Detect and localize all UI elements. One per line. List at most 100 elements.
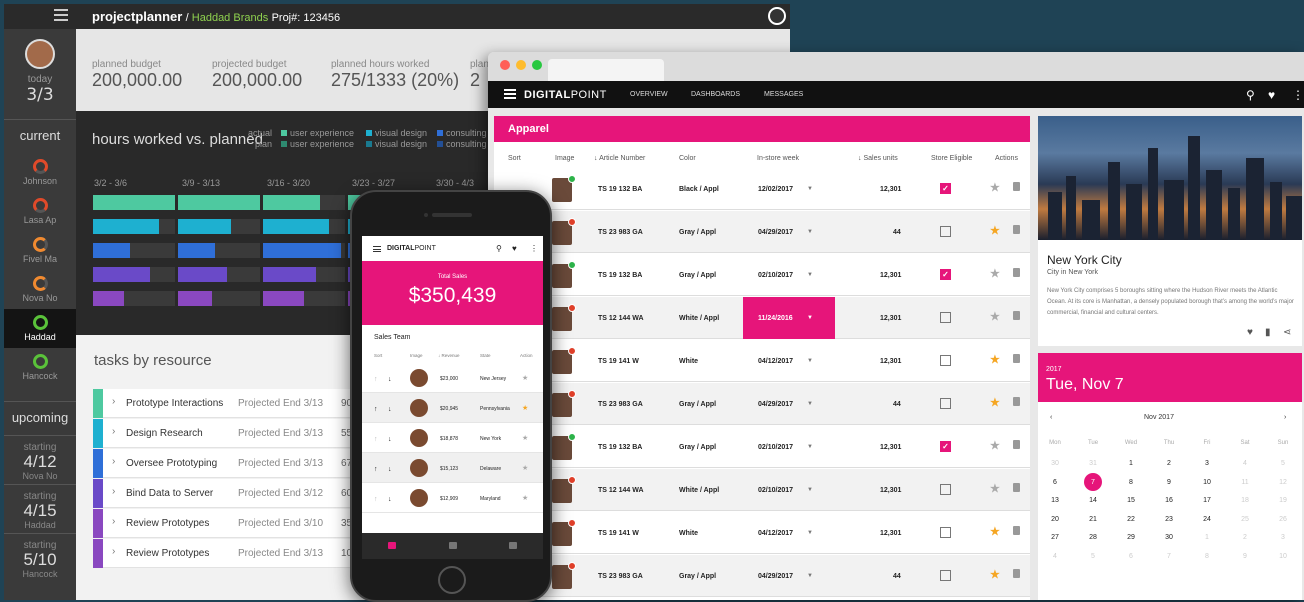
- nav-dashboards[interactable]: DASHBOARDS: [691, 91, 740, 98]
- person-johnson[interactable]: Johnson: [4, 153, 76, 192]
- tab-people-icon[interactable]: [388, 542, 396, 549]
- calendar-year[interactable]: 2017: [1046, 366, 1062, 373]
- person-fivel[interactable]: Fivel Ma: [4, 231, 76, 270]
- calendar-day[interactable]: 19: [1268, 497, 1298, 504]
- brand-logo[interactable]: DIGITALPOINT: [524, 89, 607, 101]
- calendar-day[interactable]: 10: [1192, 479, 1222, 486]
- calendar-day[interactable]: 2: [1154, 460, 1184, 467]
- minimize-dot-icon[interactable]: [516, 60, 526, 70]
- store-eligible-checkbox[interactable]: ✓: [940, 269, 951, 280]
- nav-messages[interactable]: MESSAGES: [764, 91, 803, 98]
- menu-icon[interactable]: [54, 9, 68, 21]
- col-sort[interactable]: Sort: [374, 353, 382, 358]
- col-state[interactable]: State: [480, 353, 491, 358]
- home-button[interactable]: [438, 566, 466, 594]
- star-icon[interactable]: ★: [522, 494, 528, 502]
- star-icon[interactable]: ★: [990, 568, 1000, 581]
- heart-icon[interactable]: ♥: [1247, 327, 1253, 338]
- prev-month-icon[interactable]: ‹: [1050, 414, 1052, 421]
- trash-icon[interactable]: [1013, 268, 1020, 277]
- star-icon[interactable]: ★: [990, 525, 1000, 538]
- calendar-day[interactable]: 22: [1116, 516, 1146, 523]
- star-icon[interactable]: ★: [990, 353, 1000, 366]
- dropdown-arrow-icon[interactable]: ▼: [807, 401, 813, 407]
- dropdown-arrow-icon[interactable]: ▼: [807, 444, 813, 450]
- dropdown-arrow-icon[interactable]: ▼: [807, 358, 813, 364]
- star-icon[interactable]: ★: [522, 404, 528, 412]
- dropdown-arrow-icon[interactable]: ▼: [807, 229, 813, 235]
- calendar-day[interactable]: 1: [1116, 460, 1146, 467]
- table-row[interactable]: TS 12 144 WA White / Appl 11/24/2016 ▼ 12,30…: [494, 297, 1030, 339]
- calendar-day[interactable]: 7: [1078, 479, 1108, 486]
- store-eligible-checkbox[interactable]: [940, 527, 951, 538]
- heart-icon[interactable]: ♥: [1268, 88, 1275, 102]
- dropdown-arrow-icon[interactable]: ▼: [807, 573, 813, 579]
- calendar-day[interactable]: 20: [1040, 516, 1070, 523]
- trash-icon[interactable]: [1013, 526, 1020, 535]
- calendar-day[interactable]: 26: [1268, 516, 1298, 523]
- close-dot-icon[interactable]: [500, 60, 510, 70]
- trash-icon[interactable]: [1013, 182, 1020, 191]
- instore-week[interactable]: 02/10/2017: [758, 444, 793, 451]
- star-icon[interactable]: ★: [990, 439, 1000, 452]
- instore-week[interactable]: 11/24/2016: [758, 315, 793, 322]
- instore-week[interactable]: 04/29/2017: [758, 573, 793, 580]
- search-icon[interactable]: ⚲: [496, 244, 502, 253]
- col-week[interactable]: In-store week: [757, 155, 799, 162]
- col-units[interactable]: ↓ Sales units: [858, 155, 898, 162]
- browser-tab[interactable]: [548, 59, 664, 81]
- menu-icon[interactable]: [504, 89, 516, 99]
- store-eligible-checkbox[interactable]: [940, 355, 951, 366]
- share-icon[interactable]: ⋖: [1283, 327, 1291, 338]
- table-row[interactable]: TS 23 983 GA Gray / Appl 04/29/2017 ▼ 44 ★: [494, 383, 1030, 425]
- col-color[interactable]: Color: [679, 155, 696, 162]
- instore-week[interactable]: 04/12/2017: [758, 358, 793, 365]
- more-vert-icon[interactable]: ⋮: [530, 244, 538, 253]
- table-row[interactable]: TS 23 983 GA Gray / Appl 04/29/2017 ▼ 44 ★: [494, 211, 1030, 253]
- table-row[interactable]: TS 19 141 W White 04/12/2017 ▼ 12,301 ★: [494, 512, 1030, 554]
- arrow-up-icon[interactable]: ↑: [374, 436, 378, 443]
- calendar-day[interactable]: 3: [1268, 534, 1298, 541]
- arrow-down-icon[interactable]: ↓: [388, 436, 392, 443]
- instore-week[interactable]: 04/29/2017: [758, 401, 793, 408]
- store-eligible-checkbox[interactable]: ✓: [940, 183, 951, 194]
- arrow-down-icon[interactable]: ↓: [388, 496, 392, 503]
- person-lasa[interactable]: Lasa Ap: [4, 192, 76, 231]
- table-row[interactable]: TS 19 132 BA Black / Appl 12/02/2017 ▼ 12,30…: [494, 168, 1030, 210]
- trash-icon[interactable]: [1013, 311, 1020, 320]
- star-icon[interactable]: ★: [522, 374, 528, 382]
- calendar-day[interactable]: 7: [1154, 553, 1184, 560]
- star-icon[interactable]: ★: [990, 224, 1000, 237]
- arrow-down-icon[interactable]: ↓: [388, 406, 392, 413]
- maximize-dot-icon[interactable]: [532, 60, 542, 70]
- calendar-day[interactable]: 5: [1078, 553, 1108, 560]
- trash-icon[interactable]: [1013, 354, 1020, 363]
- bookmark-icon[interactable]: ▮: [1265, 327, 1271, 338]
- calendar-day[interactable]: 1: [1192, 534, 1222, 541]
- dropdown-arrow-icon[interactable]: ▼: [807, 315, 813, 321]
- tab-chart-icon[interactable]: [449, 542, 457, 549]
- list-item[interactable]: ↑ ↓ $18,878 New York ★: [362, 423, 543, 453]
- person-hancock[interactable]: Hancock: [4, 348, 76, 387]
- instore-week[interactable]: 02/10/2017: [758, 272, 793, 279]
- calendar-day[interactable]: 13: [1040, 497, 1070, 504]
- calendar-day[interactable]: 5: [1268, 460, 1298, 467]
- next-month-icon[interactable]: ›: [1284, 414, 1286, 421]
- arrow-up-icon[interactable]: ↑: [374, 376, 378, 383]
- store-eligible-checkbox[interactable]: [940, 226, 951, 237]
- calendar-day[interactable]: 10: [1268, 553, 1298, 560]
- store-eligible-checkbox[interactable]: [940, 398, 951, 409]
- person-haddad[interactable]: Haddad: [4, 309, 76, 348]
- calendar-day[interactable]: 30: [1154, 534, 1184, 541]
- table-row[interactable]: TS 19 132 BA Gray / Appl 02/10/2017 ▼ 12,301…: [494, 426, 1030, 468]
- brand-logo-icon[interactable]: [768, 7, 786, 25]
- calendar-day[interactable]: 31: [1078, 460, 1108, 467]
- list-item[interactable]: ↑ ↓ $20,945 Pennsylvania ★: [362, 393, 543, 423]
- star-icon[interactable]: ★: [990, 267, 1000, 280]
- trash-icon[interactable]: [1013, 569, 1020, 578]
- trash-icon[interactable]: [1013, 397, 1020, 406]
- menu-icon[interactable]: [373, 246, 381, 252]
- arrow-up-icon[interactable]: ↑: [374, 466, 378, 473]
- star-icon[interactable]: ★: [990, 181, 1000, 194]
- more-vert-icon[interactable]: ⋮: [1292, 88, 1304, 102]
